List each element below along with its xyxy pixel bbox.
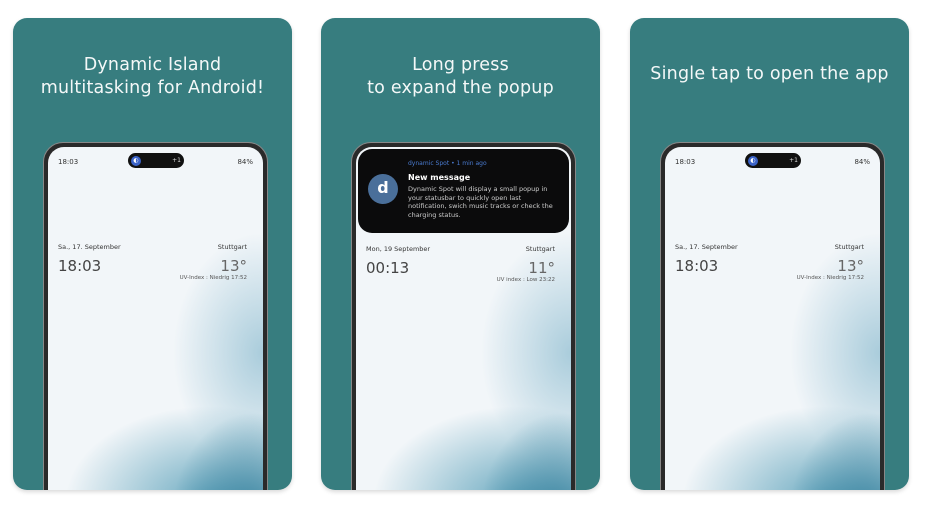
screenshot-card-1: Dynamic Island multitasking for Android! … xyxy=(13,18,292,490)
phone-screen: 18:03 84% ◐ +1 Sa., 17. September 18:03 St… xyxy=(665,147,880,490)
screenshot-card-3: Single tap to open the app 18:03 84% ◐ +1 … xyxy=(630,18,909,490)
app-icon: ◐ xyxy=(748,155,758,166)
lock-date: Sa., 17. September xyxy=(675,243,738,251)
screenshot-card-2: Long press to expand the popup d dynamic … xyxy=(321,18,600,490)
card-headline: Dynamic Island multitasking for Android! xyxy=(13,54,292,100)
popup-body: Dynamic Spot will display a small popup … xyxy=(408,185,553,219)
dynamic-spot-icon: d xyxy=(368,174,398,204)
weather-temp: 13° xyxy=(837,257,864,275)
lock-date: Sa., 17. September xyxy=(58,243,121,251)
headline-line: multitasking for Android! xyxy=(40,78,265,98)
weather-temp: 13° xyxy=(220,257,247,275)
headline-line: Long press xyxy=(412,55,509,75)
headline-line: Single tap to open the app xyxy=(650,64,889,84)
phone-screen: 18:03 84% ◐ +1 Sa., 17. September 18:03 St… xyxy=(48,147,263,490)
expanded-popup[interactable]: d dynamic Spot • 1 min ago New message D… xyxy=(358,149,569,233)
dynamic-island-pill[interactable]: ◐ +1 xyxy=(128,153,184,168)
weather-city: Stuttgart xyxy=(525,245,555,253)
phone-mockup: d dynamic Spot • 1 min ago New message D… xyxy=(351,142,576,490)
lock-clock: 18:03 xyxy=(675,257,719,275)
phone-mockup: 18:03 84% ◐ +1 Sa., 17. September 18:03 St… xyxy=(660,142,885,490)
weather-city: Stuttgart xyxy=(217,243,247,251)
phone-mockup: 18:03 84% ◐ +1 Sa., 17. September 18:03 St… xyxy=(43,142,268,490)
lock-clock: 18:03 xyxy=(58,257,102,275)
battery-level: 84% xyxy=(854,158,870,166)
battery-level: 84% xyxy=(237,158,253,166)
card-headline: Single tap to open the app xyxy=(630,63,909,86)
uv-index: UV-Index : Niedrig 17:52 xyxy=(796,275,864,281)
pill-count: +1 xyxy=(789,157,798,164)
headline-line: to expand the popup xyxy=(367,78,554,98)
app-icon: ◐ xyxy=(131,155,141,166)
popup-title: New message xyxy=(408,173,471,182)
popup-source: dynamic Spot • 1 min ago xyxy=(408,160,487,167)
uv-index: UV index : Low 23:22 xyxy=(496,277,555,283)
status-time: 18:03 xyxy=(675,158,696,166)
phone-screen: d dynamic Spot • 1 min ago New message D… xyxy=(356,147,571,490)
status-time: 18:03 xyxy=(58,158,79,166)
weather-temp: 11° xyxy=(528,259,555,277)
uv-index: UV-Index : Niedrig 17:52 xyxy=(179,275,247,281)
weather-city: Stuttgart xyxy=(834,243,864,251)
headline-line: Dynamic Island xyxy=(83,55,222,75)
card-headline: Long press to expand the popup xyxy=(321,54,600,100)
dynamic-island-pill[interactable]: ◐ +1 xyxy=(745,153,801,168)
lock-clock: 00:13 xyxy=(366,259,410,277)
lock-date: Mon, 19 September xyxy=(366,245,431,253)
pill-count: +1 xyxy=(172,157,181,164)
